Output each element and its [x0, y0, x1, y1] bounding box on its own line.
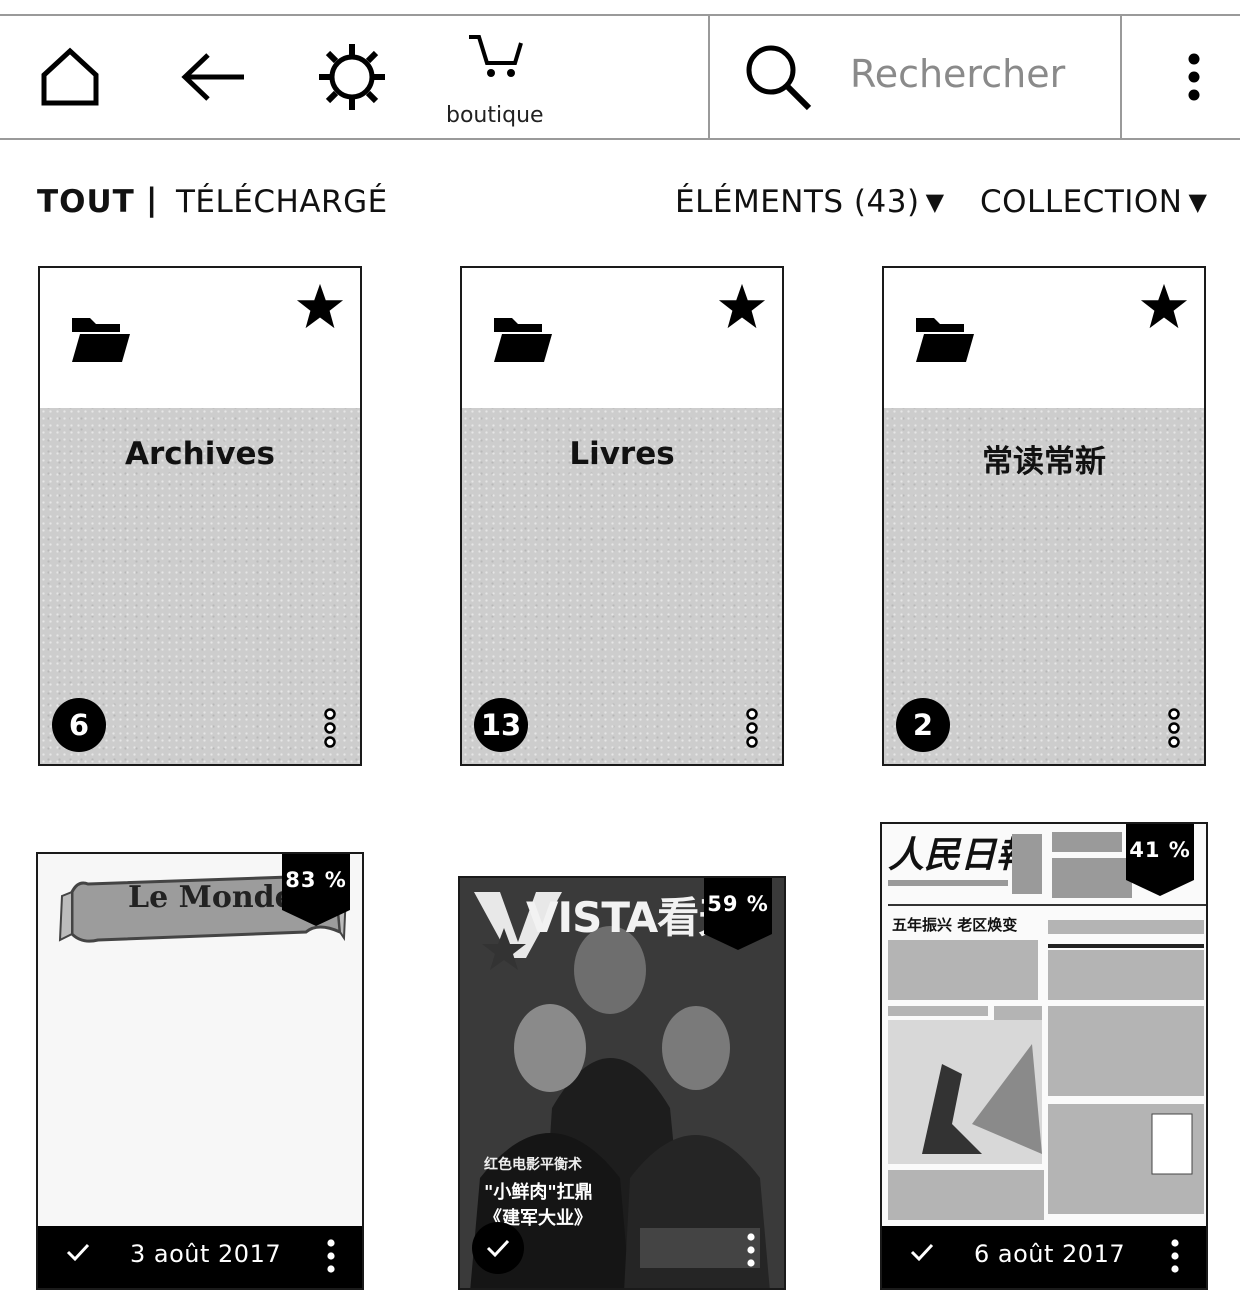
filter-downloaded[interactable]: TÉLÉCHARGÉ: [176, 184, 388, 220]
collection-tile[interactable]: Archives 6: [38, 266, 362, 766]
newspaper-cover-item[interactable]: 人民日報 五年振兴 老区焕变 41 % 6 août 2017: [880, 822, 1208, 1290]
filter-all[interactable]: TOUT: [37, 184, 135, 220]
dropdown-triangle-icon: ▼: [1188, 188, 1208, 216]
collection-title: 常读常新: [982, 444, 1106, 480]
sort-label: COLLECTION: [980, 184, 1183, 220]
more-options-icon[interactable]: [744, 708, 760, 748]
items-filter-label: ÉLÉMENTS (43): [675, 184, 920, 220]
collection-title: Livres: [569, 436, 675, 472]
search-input[interactable]: Rechercher: [850, 52, 1065, 96]
folder-icon: [494, 318, 552, 362]
item-info-bar: 6 août 2017: [882, 1226, 1206, 1288]
filter-separator: |: [146, 182, 158, 218]
progress-label: 83 %: [285, 868, 347, 892]
progress-badge: 59 %: [704, 878, 772, 950]
search-icon[interactable]: [742, 16, 814, 138]
check-icon: [910, 1243, 934, 1262]
collection-count-badge: 6: [52, 698, 106, 752]
cover-title: Le Monde: [128, 880, 294, 915]
downloaded-indicator: [472, 1222, 524, 1274]
progress-label: 41 %: [1129, 838, 1191, 862]
item-info-bar: 3 août 2017: [38, 1226, 362, 1288]
collection-count-badge: 13: [474, 698, 528, 752]
folder-icon: [72, 318, 130, 362]
back-arrow-icon[interactable]: [178, 16, 248, 138]
items-filter-dropdown[interactable]: ÉLÉMENTS (43) ▼: [675, 184, 945, 220]
item-date: 6 août 2017: [974, 1240, 1126, 1268]
magazine-cover-item[interactable]: VISTA看天 红色电影平衡术 "小鲜肉"扛鼎 《建军大业》 59 %: [458, 876, 786, 1290]
kebab-icon[interactable]: [1170, 1238, 1180, 1274]
check-icon: [66, 1243, 90, 1262]
progress-label: 59 %: [707, 892, 769, 916]
progress-badge: 83 %: [282, 854, 350, 926]
kebab-icon[interactable]: [1176, 16, 1212, 138]
home-icon[interactable]: [36, 16, 104, 138]
toolbar-divider: [708, 16, 710, 138]
cover-headline: 五年振兴 老区焕变: [892, 916, 1018, 934]
store-label[interactable]: boutique: [446, 103, 544, 128]
sort-dropdown[interactable]: COLLECTION ▼: [980, 184, 1207, 220]
collection-tile[interactable]: Livres 13: [460, 266, 784, 766]
more-options-icon[interactable]: [1166, 708, 1182, 748]
star-icon[interactable]: [296, 282, 344, 330]
star-icon[interactable]: [1140, 282, 1188, 330]
dropdown-triangle-icon: ▼: [925, 188, 945, 216]
star-icon[interactable]: [718, 282, 766, 330]
kebab-icon[interactable]: [746, 1232, 756, 1268]
book-cover-item[interactable]: Le Monde 83 % 3 août 2017: [36, 852, 364, 1290]
collection-count-badge: 2: [896, 698, 950, 752]
progress-badge: 41 %: [1126, 824, 1194, 896]
gear-icon[interactable]: [316, 16, 388, 138]
cart-icon[interactable]: [460, 16, 530, 96]
cover-headline: "小鲜肉"扛鼎: [484, 1182, 593, 1203]
folder-icon: [916, 318, 974, 362]
kebab-icon[interactable]: [326, 1238, 336, 1274]
cover-headline: 红色电影平衡术: [484, 1157, 582, 1173]
collection-title: Archives: [124, 436, 276, 472]
top-toolbar: boutique Rechercher: [0, 14, 1240, 140]
more-options-icon[interactable]: [322, 708, 338, 748]
collection-tile[interactable]: 常读常新 2: [882, 266, 1206, 766]
filter-bar: TOUT | TÉLÉCHARGÉ ÉLÉMENTS (43) ▼ COLLECT…: [0, 182, 1240, 226]
item-date: 3 août 2017: [130, 1240, 282, 1268]
check-icon: [486, 1239, 510, 1258]
toolbar-divider: [1120, 16, 1122, 138]
